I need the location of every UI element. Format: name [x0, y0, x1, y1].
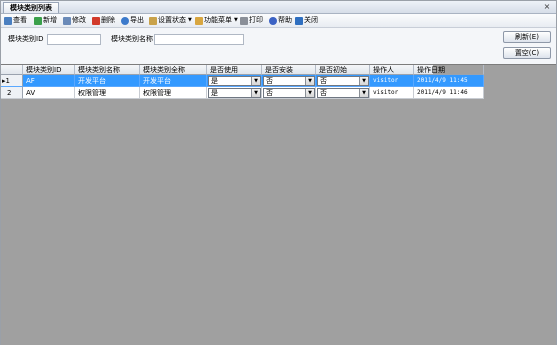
cell-name[interactable]: 开发平台 [75, 75, 140, 87]
printer-icon [240, 16, 248, 25]
row-header-corner [1, 65, 23, 75]
category-name-input[interactable] [154, 34, 244, 45]
init-select-value: 否 [320, 89, 327, 97]
cell-operator[interactable]: visitor [370, 75, 414, 87]
cell-date[interactable]: 2011/4/9 11:46 [414, 87, 484, 99]
cell-date[interactable]: 2011/4/9 11:45 [414, 75, 484, 87]
function-menu-icon [195, 16, 203, 25]
module-category-window: 模块类别列表 × 查看 新增 修改 删除 导出 设置状态 ▼ 功能菜单 ▼ 打印… [0, 0, 557, 345]
install-select[interactable]: 否 ▼ [263, 76, 315, 86]
function-menu-dropdown-icon: ▼ [234, 17, 238, 23]
chevron-down-icon[interactable]: ▼ [251, 89, 260, 97]
set-status-button[interactable]: 设置状态 ▼ [149, 15, 192, 26]
install-select-value: 否 [266, 89, 273, 97]
chevron-down-icon[interactable]: ▼ [359, 77, 368, 85]
cell-install: 否 ▼ [262, 87, 316, 99]
set-status-label: 设置状态 [158, 16, 186, 24]
column-header-operator[interactable]: 操作人 [370, 65, 414, 75]
chevron-down-icon[interactable]: ▼ [359, 89, 368, 97]
help-label: 帮助 [278, 16, 292, 24]
export-button[interactable]: 导出 [121, 15, 144, 26]
print-label: 打印 [249, 16, 263, 24]
cell-id[interactable]: AV [23, 87, 75, 99]
cell-fullname[interactable]: 权限管理 [140, 87, 207, 99]
reset-button[interactable]: 置空(C) [503, 47, 551, 59]
delete-button[interactable]: 删除 [92, 15, 115, 26]
delete-icon [92, 16, 100, 25]
cell-init: 否 ▼ [316, 87, 370, 99]
edit-icon [63, 16, 71, 25]
print-button[interactable]: 打印 [240, 15, 263, 26]
chevron-down-icon[interactable]: ▼ [305, 89, 314, 97]
cell-use: 是 ▼ [207, 87, 262, 99]
set-status-dropdown-icon: ▼ [188, 17, 192, 23]
add-button[interactable]: 新增 [34, 15, 57, 26]
set-status-icon [149, 16, 157, 25]
use-select-value: 是 [211, 89, 218, 97]
use-select[interactable]: 是 ▼ [208, 76, 261, 86]
cell-fullname[interactable]: 开发平台 [140, 75, 207, 87]
chevron-down-icon[interactable]: ▼ [251, 77, 260, 85]
delete-label: 删除 [101, 16, 115, 24]
tab-module-category-list[interactable]: 模块类别列表 [3, 2, 59, 13]
filter-panel: 模块类别ID 模块类别名称 刷新(E) 置空(C) [1, 28, 556, 64]
function-menu-label: 功能菜单 [204, 16, 232, 24]
add-label: 新增 [43, 16, 57, 24]
close-icon [295, 16, 303, 25]
column-header-date[interactable]: 操作日期 [414, 65, 484, 75]
chevron-down-icon[interactable]: ▼ [305, 77, 314, 85]
cell-install: 否 ▼ [262, 75, 316, 87]
column-header-name[interactable]: 模块类别名称 [75, 65, 140, 75]
export-icon [121, 16, 129, 25]
install-select-value: 否 [266, 77, 273, 85]
row-indicator[interactable]: ▸1 [1, 75, 23, 87]
table-row[interactable]: ▸1 AF 开发平台 开发平台 是 ▼ 否 ▼ 否 ▼ visitor 2011… [1, 75, 484, 87]
tab-bar: 模块类别列表 × [1, 1, 556, 14]
cell-id[interactable]: AF [23, 75, 75, 87]
add-icon [34, 16, 42, 25]
edit-label: 修改 [72, 16, 86, 24]
export-label: 导出 [130, 16, 144, 24]
view-icon [4, 16, 12, 25]
column-header-use[interactable]: 是否使用 [207, 65, 262, 75]
data-grid: 模块类别ID 模块类别名称 模块类别全称 是否使用 是否安装 是否初始 操作人 … [1, 64, 556, 345]
use-select-value: 是 [211, 77, 218, 85]
help-button[interactable]: 帮助 [269, 15, 292, 26]
cell-operator[interactable]: visitor [370, 87, 414, 99]
table-row[interactable]: 2 AV 权限管理 权限管理 是 ▼ 否 ▼ 否 ▼ visitor 2011/… [1, 87, 484, 99]
init-select[interactable]: 否 ▼ [317, 88, 369, 98]
install-select[interactable]: 否 ▼ [263, 88, 315, 98]
edit-button[interactable]: 修改 [63, 15, 86, 26]
refresh-button[interactable]: 刷新(E) [503, 31, 551, 43]
category-id-input[interactable] [47, 34, 101, 45]
close-label: 关闭 [304, 16, 318, 24]
close-tab-icon[interactable]: × [542, 1, 552, 13]
grid-header: 模块类别ID 模块类别名称 模块类别全称 是否使用 是否安装 是否初始 操作人 … [1, 65, 484, 75]
column-header-fullname[interactable]: 模块类别全称 [140, 65, 207, 75]
cell-name[interactable]: 权限管理 [75, 87, 140, 99]
cell-use: 是 ▼ [207, 75, 262, 87]
init-select[interactable]: 否 ▼ [317, 76, 369, 86]
column-header-id[interactable]: 模块类别ID [23, 65, 75, 75]
view-button[interactable]: 查看 [4, 15, 27, 26]
column-header-init[interactable]: 是否初始 [316, 65, 370, 75]
help-icon [269, 16, 277, 25]
use-select[interactable]: 是 ▼ [208, 88, 261, 98]
category-name-label: 模块类别名称 [111, 35, 153, 43]
category-id-label: 模块类别ID [8, 35, 44, 43]
function-menu-button[interactable]: 功能菜单 ▼ [195, 15, 238, 26]
init-select-value: 否 [320, 77, 327, 85]
cell-init: 否 ▼ [316, 75, 370, 87]
column-header-install[interactable]: 是否安装 [262, 65, 316, 75]
toolbar: 查看 新增 修改 删除 导出 设置状态 ▼ 功能菜单 ▼ 打印 帮助 关闭 [1, 14, 556, 28]
view-label: 查看 [13, 16, 27, 24]
row-indicator[interactable]: 2 [1, 87, 23, 99]
close-button[interactable]: 关闭 [295, 15, 318, 26]
